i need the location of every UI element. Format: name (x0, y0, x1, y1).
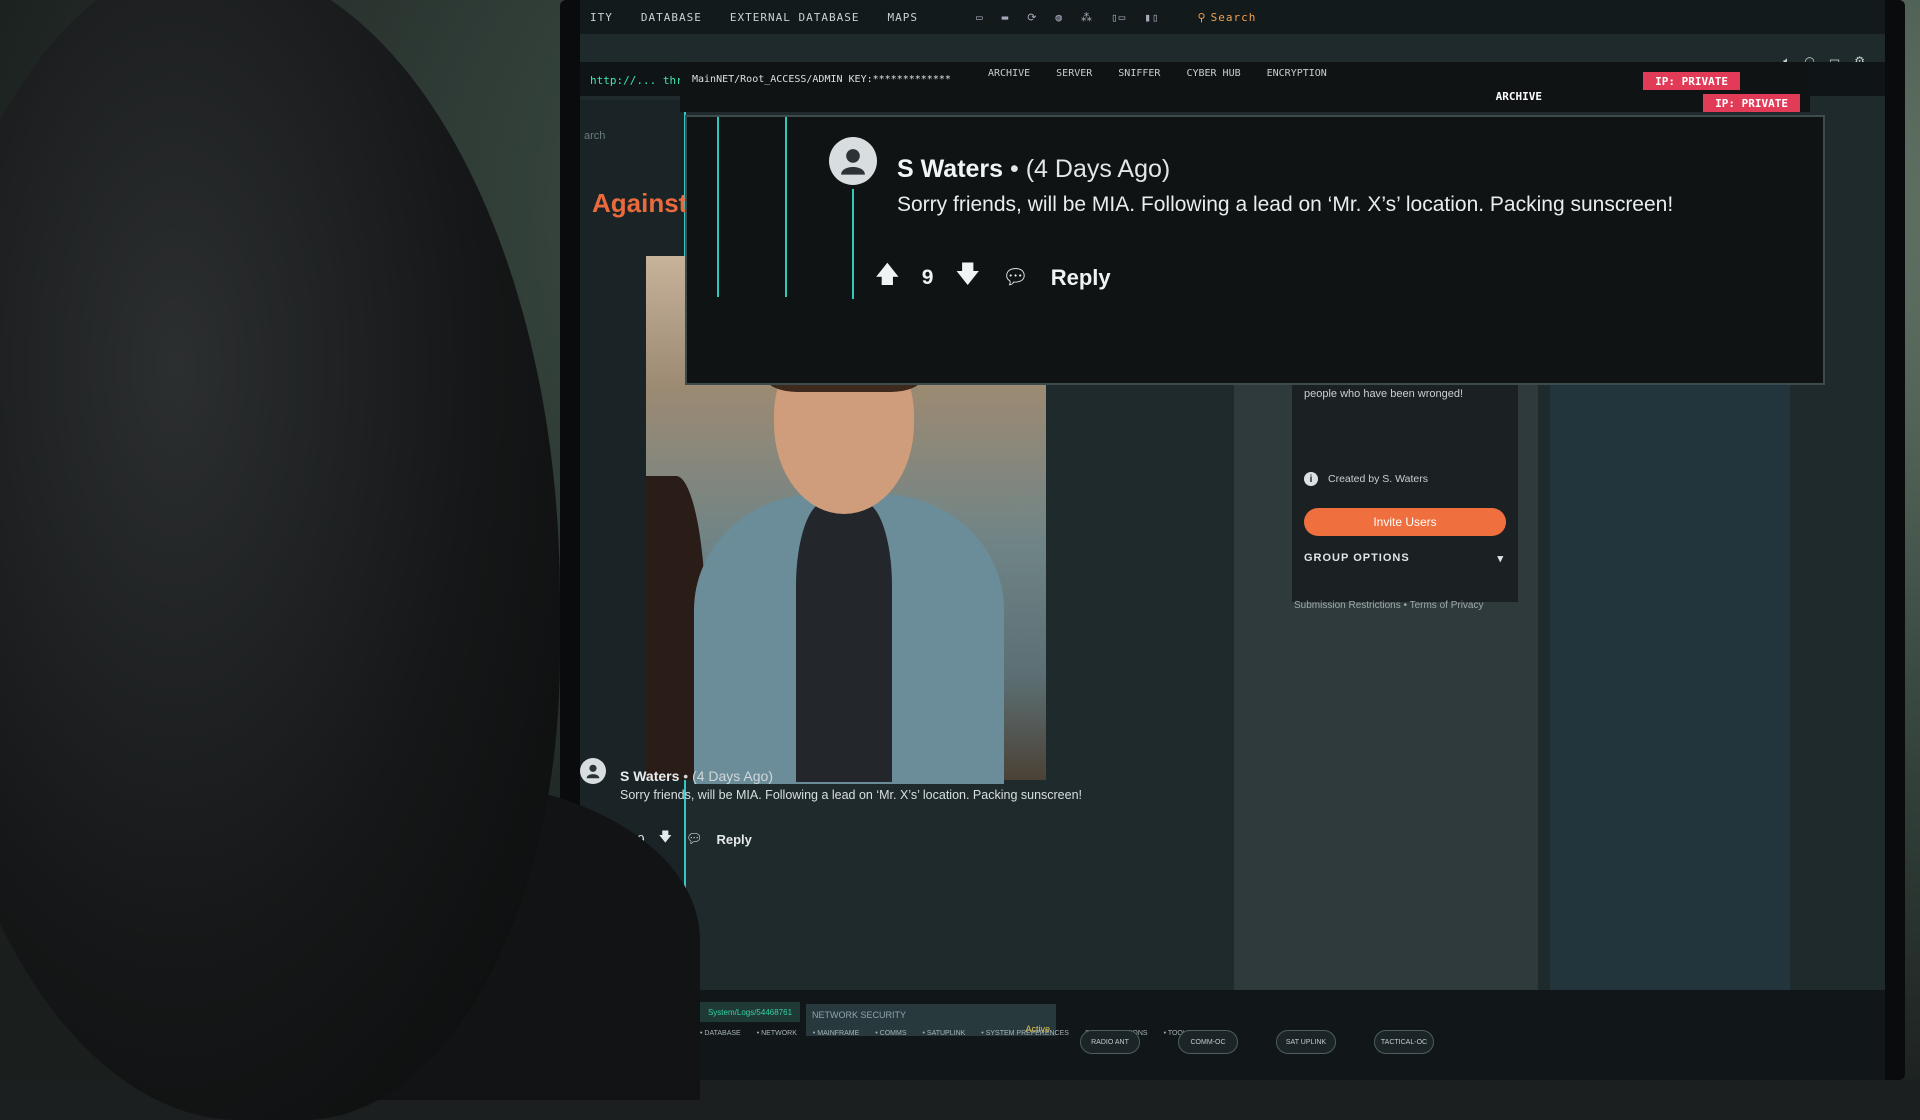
bottom-tab-mainframe[interactable]: • MAINFRAME (813, 1030, 859, 1037)
tab-cyber-hub[interactable]: CYBER HUB (1186, 68, 1240, 79)
archive-label[interactable]: ARCHIVE (1496, 90, 1542, 103)
group-options-dropdown[interactable]: GROUP OPTIONS ▾ (1304, 552, 1504, 565)
round-buttons: RADIO ANT COMM-OC SAT UPLINK TACTICAL-OC (1080, 1030, 1434, 1054)
screen: ITY DATABASE EXTERNAL DATABASE MAPS ▭ ▬ … (580, 0, 1885, 1080)
tab-server[interactable]: SERVER (1056, 68, 1092, 79)
downvote-icon[interactable]: 🡇 (659, 828, 672, 850)
monitor-icon[interactable]: ▭ (976, 11, 984, 24)
sat-uplink-button[interactable]: SAT UPLINK (1276, 1030, 1336, 1054)
overlay-actions: 🡅 9 🡇 💬︎ Reply (875, 257, 1111, 298)
columns-icon[interactable]: ▮▯ (1144, 11, 1159, 24)
overlay-header: MainNET/Root_ACCESS/ADMIN KEY:**********… (680, 62, 1810, 112)
vote-count: 9 (921, 265, 934, 289)
overlay-author[interactable]: S Waters (897, 155, 1003, 183)
overlay-body: Sorry friends, will be MIA. Following a … (897, 193, 1674, 216)
invite-users-button[interactable]: Invite Users (1304, 508, 1506, 536)
network-icon[interactable]: ⁂ (1081, 11, 1093, 24)
url-field[interactable]: http://... thr (590, 74, 683, 87)
menu-item-ity[interactable]: ITY (590, 11, 613, 24)
group-creator: i Created by S. Waters (1304, 472, 1428, 486)
user-icon (586, 764, 600, 779)
admin-key-path: MainNET/Root_ACCESS/ADMIN KEY:**********… (692, 74, 951, 85)
created-by-text: Created by S. Waters (1328, 473, 1428, 485)
info-icon: i (1304, 472, 1318, 486)
upvote-icon[interactable]: 🡅 (875, 257, 900, 298)
devices-icon[interactable]: ▯▭ (1111, 11, 1126, 24)
bottom-tab-network[interactable]: • NETWORK (757, 1030, 797, 1037)
comment-author[interactable]: S Waters (620, 768, 679, 784)
tab-sniffer[interactable]: SNIFFER (1118, 68, 1160, 79)
photo-shirt (796, 502, 892, 782)
bottom-tab-system-preferences[interactable]: • SYSTEM PREFERENCES (981, 1030, 1069, 1037)
search-label: Search (1210, 10, 1257, 24)
footer-links[interactable]: Submission Restrictions • Terms of Priva… (1294, 600, 1483, 611)
comment-author-line: S Waters • (4 Days Ago) (620, 768, 773, 784)
caret-down-icon: ▾ (1497, 553, 1504, 565)
thread-line (717, 117, 719, 297)
bottom-tab-satuplink[interactable]: • SATUPLINK (923, 1030, 966, 1037)
ip-private-badge-2: IP: PRIVATE (1703, 94, 1800, 112)
menu-item-external-database[interactable]: EXTERNAL DATABASE (730, 11, 860, 24)
tab-archive[interactable]: ARCHIVE (988, 68, 1030, 79)
log-path[interactable]: System/Logs/54468761 (700, 1002, 800, 1022)
page-title: Against (592, 188, 688, 218)
keyboard-icon[interactable]: ▬ (1002, 11, 1010, 24)
topbar-search[interactable]: ⚲ Search (1198, 11, 1257, 24)
left-search-field[interactable]: arch (580, 100, 684, 172)
downvote-icon[interactable]: 🡇 (955, 257, 980, 298)
network-security-label: NETWORK SECURITY (812, 1010, 907, 1020)
avatar[interactable] (580, 758, 606, 784)
comment-zoom-overlay: S Waters • (4 Days Ago) Sorry friends, w… (685, 115, 1825, 385)
search-icon: ⚲ (1197, 10, 1207, 24)
avatar[interactable] (829, 137, 877, 185)
menu-item-maps[interactable]: MAPS (887, 11, 918, 24)
bottom-tab-database[interactable]: • DATABASE (700, 1030, 741, 1037)
user-icon (841, 149, 865, 175)
comment-timestamp: • (4 Days Ago) (683, 768, 773, 784)
comm-oc-button[interactable]: COMM-OC (1178, 1030, 1238, 1054)
refresh-icon[interactable]: ⟳ (1027, 11, 1037, 24)
tactical-oc-button[interactable]: TACTICAL-OC (1374, 1030, 1434, 1054)
comment-icon[interactable]: 💬︎ (686, 831, 703, 847)
toolbar-icons: ▭ ▬ ⟳ ◍ ⁂ ▯▭ ▮▯ (976, 11, 1160, 24)
reply-button[interactable]: Reply (717, 832, 752, 847)
group-info-card: This community is a private group of peo… (1292, 356, 1518, 602)
menu-item-database[interactable]: DATABASE (641, 11, 702, 24)
overlay-tabs: ARCHIVE SERVER SNIFFER CYBER HUB ENCRYPT… (988, 68, 1327, 79)
ip-private-badge: IP: PRIVATE (1643, 72, 1740, 90)
radio-ant-button[interactable]: RADIO ANT (1080, 1030, 1140, 1054)
comment-icon[interactable]: 💬︎ (1002, 266, 1029, 290)
right-panel (1550, 330, 1790, 1080)
reply-button[interactable]: Reply (1051, 265, 1111, 291)
group-options-label: GROUP OPTIONS (1304, 552, 1410, 564)
tab-encryption[interactable]: ENCRYPTION (1267, 68, 1327, 79)
thread-line (785, 117, 787, 297)
top-menu-bar: ITY DATABASE EXTERNAL DATABASE MAPS ▭ ▬ … (580, 0, 1885, 34)
comment-body: Sorry friends, will be MIA. Following a … (620, 788, 1083, 802)
globe-icon[interactable]: ◍ (1055, 11, 1063, 24)
thread-line (852, 189, 854, 299)
overlay-timestamp: • (4 Days Ago) (1010, 155, 1171, 183)
overlay-author-line: S Waters • (4 Days Ago) (897, 155, 1170, 184)
bottom-tab-comms[interactable]: • COMMS (875, 1030, 906, 1037)
